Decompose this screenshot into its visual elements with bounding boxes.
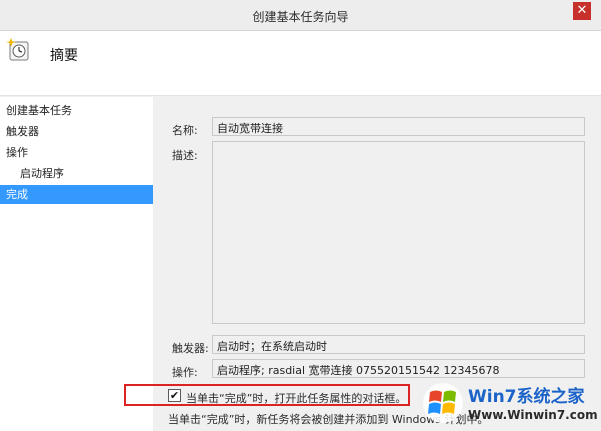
sidebar-item-create-basic-task[interactable]: 创建基本任务 <box>0 101 153 120</box>
watermark-title: Win7系统之家 <box>468 387 585 407</box>
sidebar-item-start-program[interactable]: 启动程序 <box>0 164 153 183</box>
trigger-field[interactable]: 启动时；在系统启动时 <box>212 335 585 354</box>
action-label: 操作: <box>172 366 198 379</box>
name-label: 名称: <box>172 124 198 137</box>
watermark-url: Www.Winwin7.com <box>468 408 598 422</box>
task-clock-icon <box>6 37 30 61</box>
sidebar-item-finish[interactable]: 完成 <box>0 185 153 204</box>
site-watermark: Win7系统之家 Www.Winwin7.com <box>416 376 601 431</box>
header-panel: 摘要 <box>0 31 601 96</box>
window-title: 创建基本任务向导 <box>252 10 349 24</box>
windows-logo-icon <box>423 383 463 423</box>
wizard-steps-sidebar: 创建基本任务 触发器 操作 启动程序 完成 <box>0 97 153 431</box>
trigger-label: 触发器: <box>172 342 209 355</box>
close-button[interactable]: ✕ <box>573 2 591 20</box>
description-label: 描述: <box>172 149 198 162</box>
title-bar: 创建基本任务向导 ✕ <box>0 0 601 31</box>
sidebar-item-action[interactable]: 操作 <box>0 143 153 162</box>
name-field[interactable]: 自动宽带连接 <box>212 117 585 136</box>
sidebar-item-trigger[interactable]: 触发器 <box>0 122 153 141</box>
page-title: 摘要 <box>50 48 78 64</box>
open-properties-checkbox[interactable]: ✔ <box>168 389 181 402</box>
description-field[interactable] <box>212 141 585 324</box>
open-properties-label[interactable]: 当单击“完成”时，打开此任务属性的对话框。 <box>186 390 406 406</box>
